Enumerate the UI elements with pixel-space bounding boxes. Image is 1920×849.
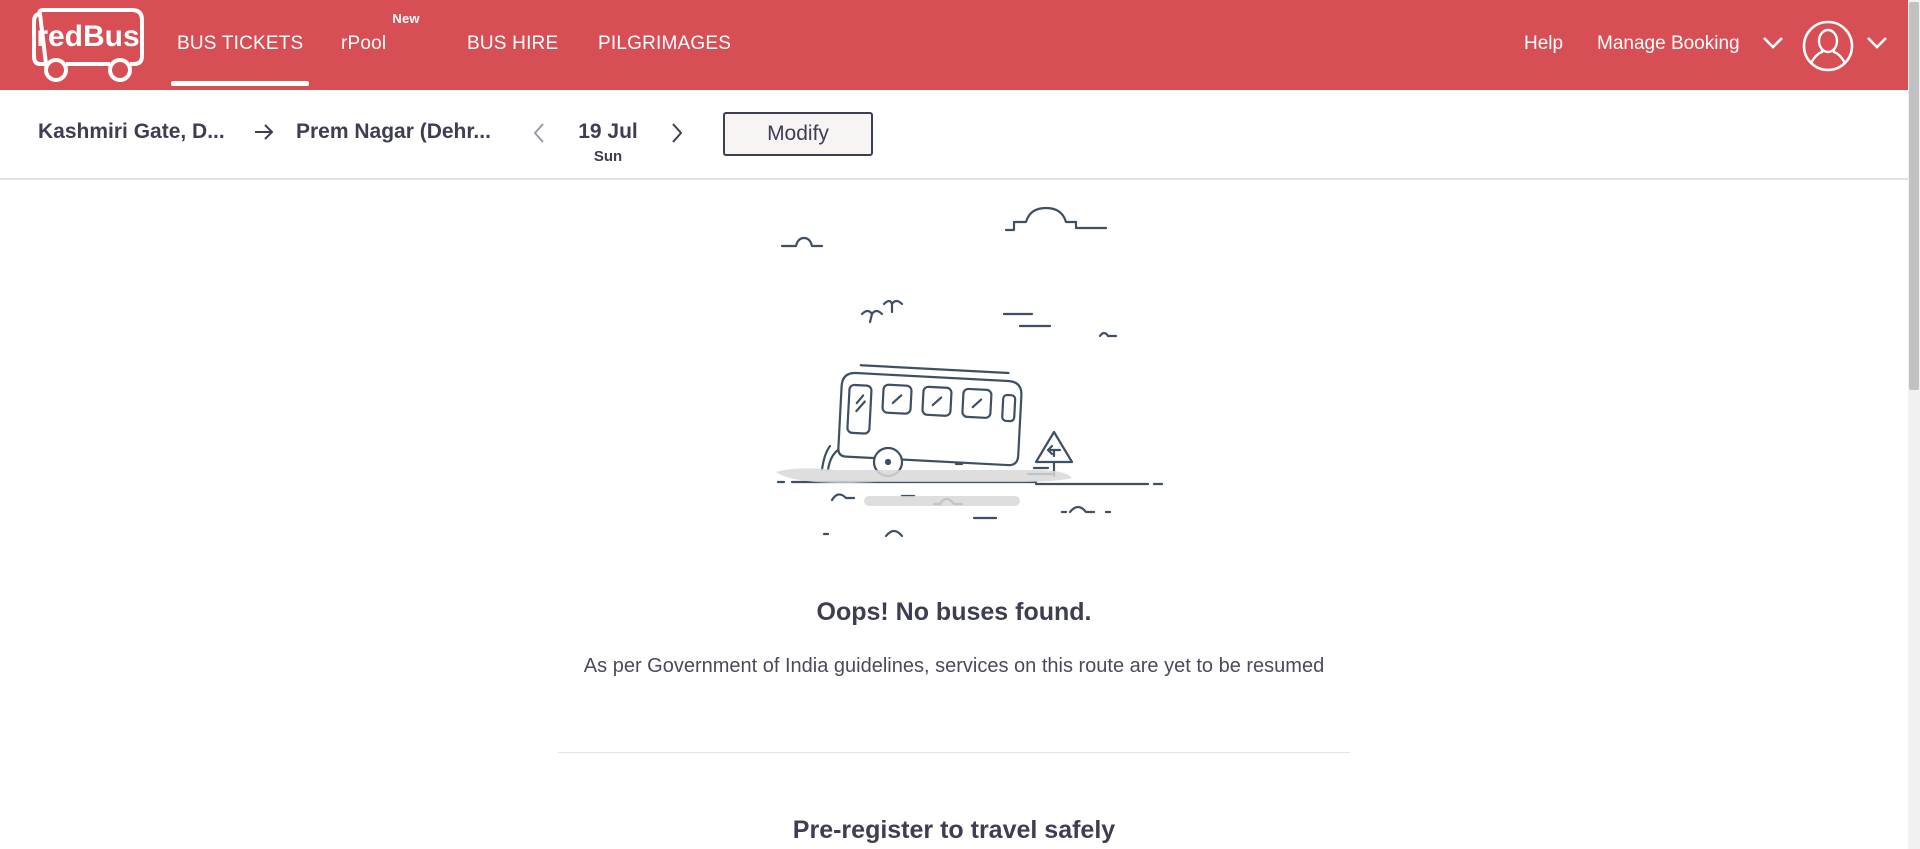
chevron-left-icon[interactable] <box>532 122 546 144</box>
no-buses-title: Oops! No buses found. <box>816 598 1092 626</box>
user-avatar-icon[interactable] <box>1802 20 1854 72</box>
nav-rpool[interactable]: rPool New <box>341 0 420 90</box>
nav-rpool-label: rPool <box>341 33 387 54</box>
manage-booking-label: Manage Booking <box>1597 33 1740 54</box>
scrollbar-thumb[interactable] <box>1909 2 1919 390</box>
divider <box>558 752 1350 753</box>
nav-bus-hire[interactable]: BUS HIRE <box>467 0 558 90</box>
nav-bus-hire-label: BUS HIRE <box>467 33 559 54</box>
chevron-down-icon[interactable] <box>1866 36 1888 50</box>
travel-date[interactable]: 19 Jul <box>560 120 656 144</box>
no-buses-message: As per Government of India guidelines, s… <box>583 655 1325 677</box>
manage-booking-menu[interactable]: Manage Booking <box>1597 0 1740 90</box>
nav-bus-tickets[interactable]: BUS TICKETS <box>170 0 310 90</box>
help-label: Help <box>1524 33 1564 54</box>
help-link[interactable]: Help <box>1524 0 1563 90</box>
nav-pilgrimages-label: PILGRIMAGES <box>598 33 732 54</box>
modify-button[interactable]: Modify <box>723 112 873 156</box>
page: redBus BUS TICKETS rPool New BUS HIRE PI… <box>0 0 1920 849</box>
from-city[interactable]: Kashmiri Gate, D... <box>38 120 225 144</box>
no-bus-illustration-icon <box>776 206 1164 538</box>
pre-register-title: Pre-register to travel safely <box>792 816 1116 844</box>
travel-day: Sun <box>593 148 623 165</box>
search-summary-bar: Kashmiri Gate, D... Prem Nagar (Dehr... … <box>0 90 1908 180</box>
arrow-right-icon <box>255 124 274 140</box>
nav-bus-tickets-label: BUS TICKETS <box>177 33 304 54</box>
top-header: redBus BUS TICKETS rPool New BUS HIRE PI… <box>0 0 1908 90</box>
new-badge: New <box>392 11 420 26</box>
chevron-right-icon[interactable] <box>670 122 684 144</box>
to-city[interactable]: Prem Nagar (Dehr... <box>296 120 491 144</box>
logo-text: redBus <box>36 20 139 53</box>
nav-pilgrimages[interactable]: PILGRIMAGES <box>598 0 731 90</box>
redbus-logo-icon[interactable]: redBus <box>30 6 148 84</box>
chevron-down-icon[interactable] <box>1762 36 1784 50</box>
